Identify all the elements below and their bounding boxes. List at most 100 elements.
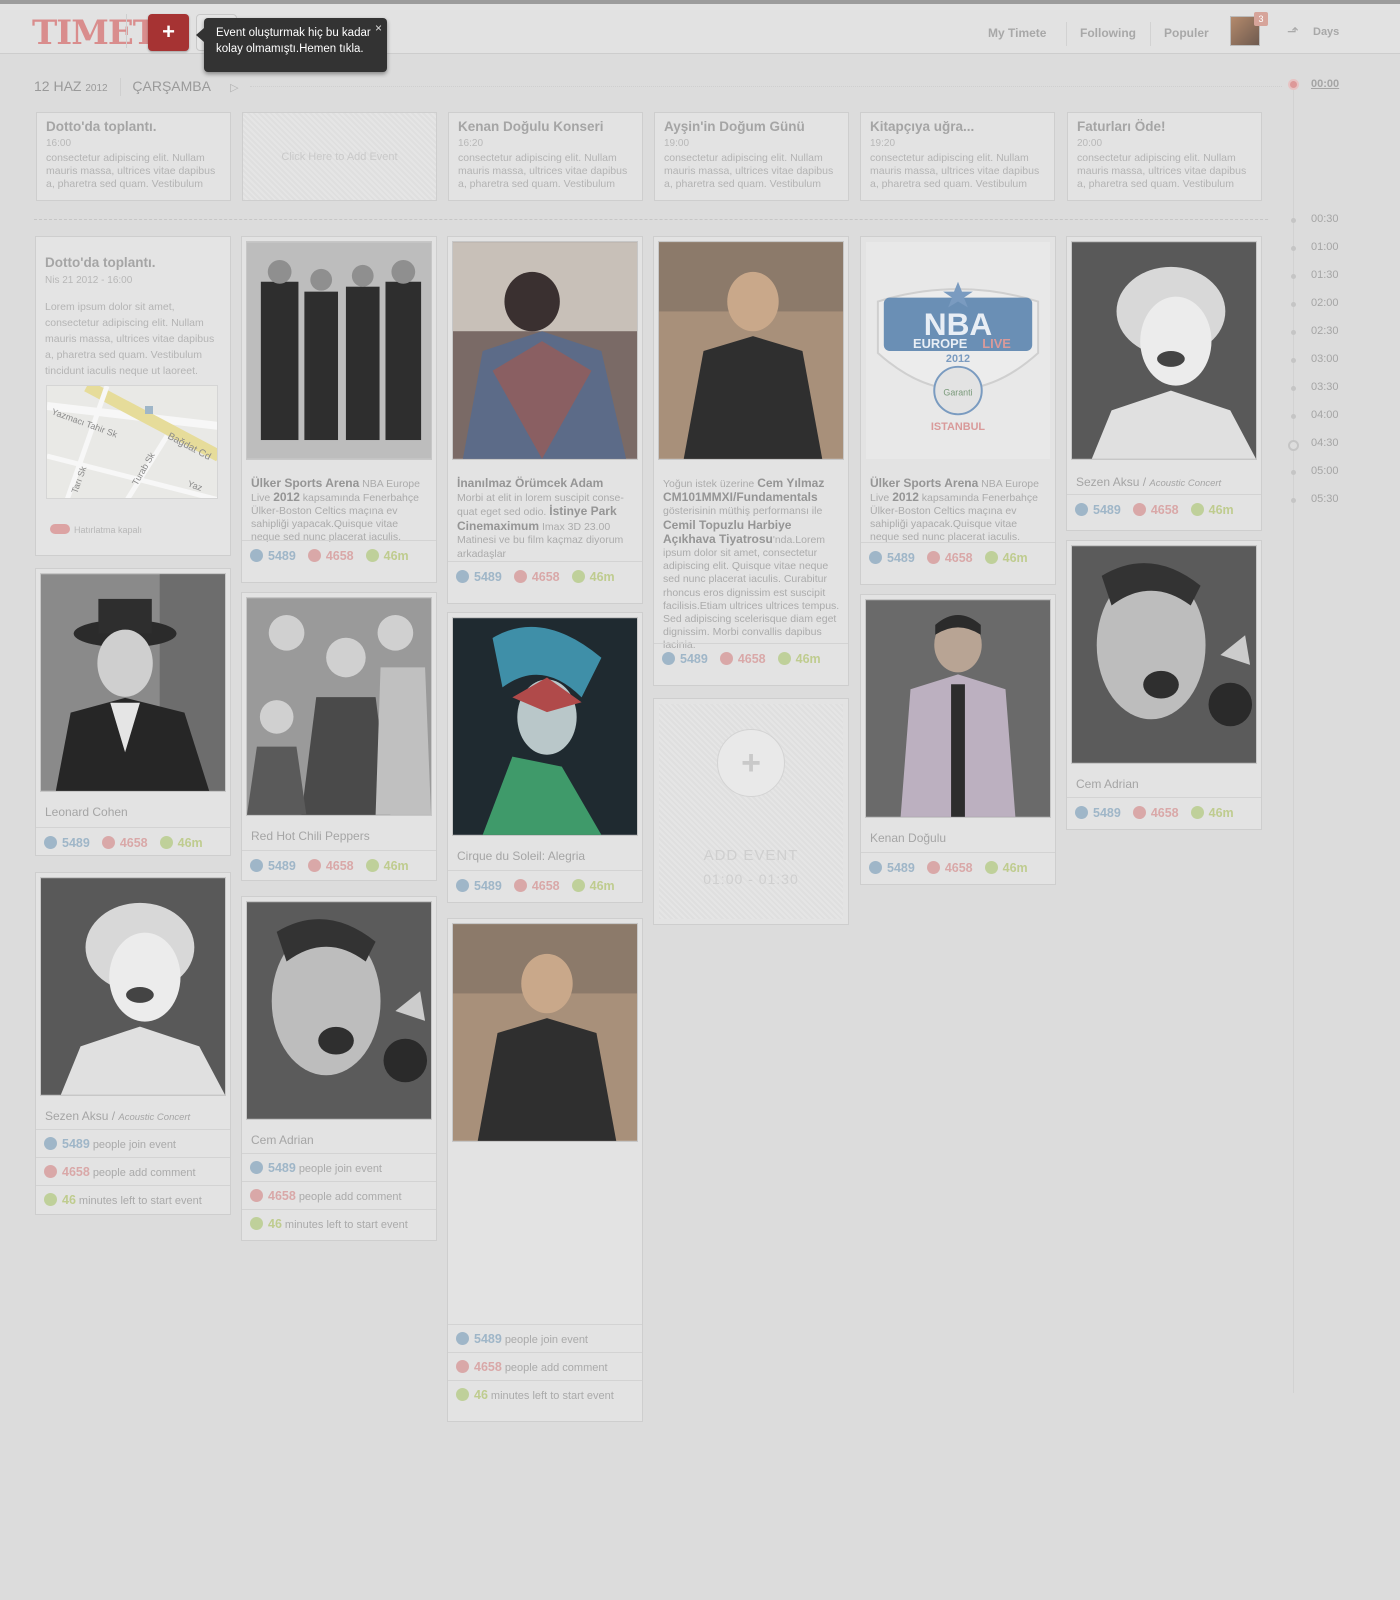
minutes-left: 46m bbox=[159, 836, 203, 850]
card-divider bbox=[242, 1153, 436, 1154]
clock-icon bbox=[456, 1388, 469, 1401]
next-day-icon[interactable]: ▷ bbox=[230, 82, 238, 94]
event-card[interactable]: Cem Adrian 5489 people join event 4658 peo… bbox=[241, 896, 437, 1241]
location-map[interactable]: Yazmacı Tahir Sk Bağdat Cd Tarı Sk Turab… bbox=[46, 385, 218, 499]
meeting-card[interactable]: Dotto'da toplantı. Nis 21 2012 - 16:00 L… bbox=[35, 236, 231, 556]
event-photo[interactable]: NBA EUROPE LIVE 2012 Garanti ISTANBUL bbox=[865, 241, 1051, 460]
event-card[interactable]: Cirque du Soleil: Alegria 5489 4658 46m bbox=[447, 612, 643, 903]
event-photo[interactable] bbox=[1071, 241, 1257, 460]
event-photo[interactable] bbox=[1071, 545, 1257, 764]
add-event-button[interactable]: + bbox=[148, 14, 189, 51]
top-event-card[interactable]: Kitapçıya uğra... 19:20 consectetur adip… bbox=[860, 112, 1055, 201]
clock-icon bbox=[365, 549, 379, 562]
top-event-card[interactable]: Dotto'da toplantı. 16:00 consectetur adi… bbox=[36, 112, 231, 201]
comment-icon bbox=[1132, 806, 1146, 819]
reminder-toggle[interactable]: Hatırlatma kapalı bbox=[50, 524, 142, 535]
band-photo bbox=[247, 242, 431, 459]
nav-populer[interactable]: Populer bbox=[1164, 26, 1209, 40]
timeline-slot-label[interactable]: 02:00 bbox=[1311, 297, 1339, 309]
event-description: consectetur adipiscing elit. Nullam maur… bbox=[870, 152, 1040, 190]
card-divider bbox=[861, 852, 1055, 853]
event-description: Lorem ipsum dolor sit amet, consectetur … bbox=[45, 301, 215, 377]
nav-divider bbox=[1066, 22, 1067, 46]
people-icon bbox=[1075, 503, 1088, 516]
add-event-card[interactable]: + ADD EVENT 01:00 - 01:30 bbox=[653, 698, 849, 925]
event-name: Kenan Doğulu bbox=[870, 831, 947, 845]
event-photo[interactable] bbox=[452, 241, 638, 460]
tooltip-close-icon[interactable]: × bbox=[375, 20, 382, 36]
plus-icon[interactable]: + bbox=[717, 729, 785, 797]
event-card[interactable]: Kenan Doğulu 5489 4658 46m bbox=[860, 594, 1056, 885]
card-divider bbox=[242, 1209, 436, 1210]
people-icon bbox=[250, 859, 263, 872]
event-card[interactable]: Cem Adrian 5489 4658 46m bbox=[1066, 540, 1262, 830]
reminder-toggle-icon[interactable] bbox=[50, 524, 70, 534]
timeline-dot bbox=[1291, 498, 1296, 503]
red-hot-chili-peppers-photo bbox=[247, 598, 431, 815]
people-icon bbox=[662, 652, 675, 665]
nav-following[interactable]: Following bbox=[1080, 26, 1136, 40]
timeline-slot-label[interactable]: 05:00 bbox=[1311, 465, 1339, 477]
nav-my-timete[interactable]: My Timete bbox=[988, 26, 1046, 40]
event-title: Dotto'da toplantı. bbox=[45, 255, 156, 270]
days-link[interactable]: Days bbox=[1313, 26, 1339, 38]
timeline-slot-label[interactable]: 03:00 bbox=[1311, 353, 1339, 365]
event-photo[interactable] bbox=[452, 617, 638, 836]
event-card[interactable]: 5489 people join event 4658 people add com… bbox=[447, 918, 643, 1422]
card-divider bbox=[36, 827, 230, 828]
card-divider bbox=[448, 1380, 642, 1381]
event-photo[interactable] bbox=[246, 901, 432, 1120]
event-card[interactable]: İnanılmaz Örümcek Adam Morbi at elit in l… bbox=[447, 236, 643, 604]
clock-icon bbox=[365, 859, 379, 872]
timeline-current-marker bbox=[1288, 440, 1299, 451]
card-divider bbox=[654, 643, 848, 644]
event-photo[interactable] bbox=[246, 241, 432, 460]
timeline-slot-label[interactable]: 01:00 bbox=[1311, 241, 1339, 253]
event-description: Yoğun istek üzerine Cem Yılmaz CM101MMXI… bbox=[663, 476, 840, 652]
event-name: Sezen Aksu / Acoustic Concert bbox=[45, 1109, 191, 1123]
event-date: Nis 21 2012 - 16:00 bbox=[45, 275, 133, 286]
event-photo[interactable] bbox=[452, 923, 638, 1142]
event-photo[interactable] bbox=[40, 573, 226, 792]
add-event-slot[interactable]: Click Here to Add Event bbox=[242, 112, 437, 201]
timeline-slot-label[interactable]: 04:00 bbox=[1311, 409, 1339, 421]
comment-stat: 4658 people add comment bbox=[456, 1360, 608, 1374]
timeline-dot bbox=[1291, 246, 1296, 251]
top-event-card[interactable]: Kenan Doğulu Konseri 16:20 consectetur a… bbox=[448, 112, 643, 201]
days-arrow-icon[interactable]: ⬏ bbox=[1287, 23, 1299, 40]
header: TIMETE + Event oluşturmak hiç bu kadar k… bbox=[0, 4, 1400, 72]
event-card[interactable]: Ülker Sports Arena NBA Europe Live 2012 … bbox=[241, 236, 437, 583]
people-icon bbox=[250, 549, 263, 562]
notification-badge[interactable]: 3 bbox=[1254, 12, 1268, 26]
sezen-aksu-photo bbox=[41, 878, 225, 1095]
event-stats: 5489 4658 46m bbox=[869, 861, 1040, 875]
comment-stat: 4658 people add comment bbox=[44, 1165, 196, 1179]
timeline-slot-label[interactable]: 04:30 bbox=[1311, 437, 1339, 449]
event-card[interactable]: NBA EUROPE LIVE 2012 Garanti ISTANBUL Ül… bbox=[860, 236, 1056, 585]
timeline-slot-label[interactable]: 03:30 bbox=[1311, 381, 1339, 393]
card-divider bbox=[242, 540, 436, 541]
top-event-card[interactable]: Ayşin'in Doğum Günü 19:00 consectetur ad… bbox=[654, 112, 849, 201]
event-stats: 5489 4658 46m bbox=[44, 836, 215, 850]
timeline-now-label[interactable]: 00:00 bbox=[1311, 78, 1339, 90]
event-photo[interactable] bbox=[658, 241, 844, 460]
event-photo[interactable] bbox=[865, 599, 1051, 818]
event-photo[interactable] bbox=[40, 877, 226, 1096]
event-card[interactable]: Sezen Aksu / Acoustic Concert 5489 4658 46… bbox=[1066, 236, 1262, 531]
timeline-slot-label[interactable]: 01:30 bbox=[1311, 269, 1339, 281]
top-event-card[interactable]: Faturları Öde! 20:00 consectetur adipisc… bbox=[1067, 112, 1262, 201]
timeline-dot bbox=[1291, 470, 1296, 475]
add-event-tooltip: Event oluşturmak hiç bu kadar kolay olma… bbox=[196, 18, 387, 72]
event-card[interactable]: Yoğun istek üzerine Cem Yılmaz CM101MMXI… bbox=[653, 236, 849, 686]
timeline-slot-label[interactable]: 00:30 bbox=[1311, 213, 1339, 225]
timeline-slot-label[interactable]: 05:30 bbox=[1311, 493, 1339, 505]
timeline-slot-label[interactable]: 02:30 bbox=[1311, 325, 1339, 337]
event-card[interactable]: Sezen Aksu / Acoustic Concert 5489 people… bbox=[35, 872, 231, 1215]
people-icon bbox=[250, 1161, 263, 1174]
join-count: 5489 bbox=[44, 836, 90, 850]
comment-icon bbox=[926, 861, 940, 874]
event-photo[interactable] bbox=[246, 597, 432, 816]
timeline-line bbox=[1293, 88, 1294, 1393]
event-card[interactable]: Leonard Cohen 5489 4658 46m bbox=[35, 568, 231, 856]
event-card[interactable]: Red Hot Chili Peppers 5489 4658 46m bbox=[241, 592, 437, 881]
